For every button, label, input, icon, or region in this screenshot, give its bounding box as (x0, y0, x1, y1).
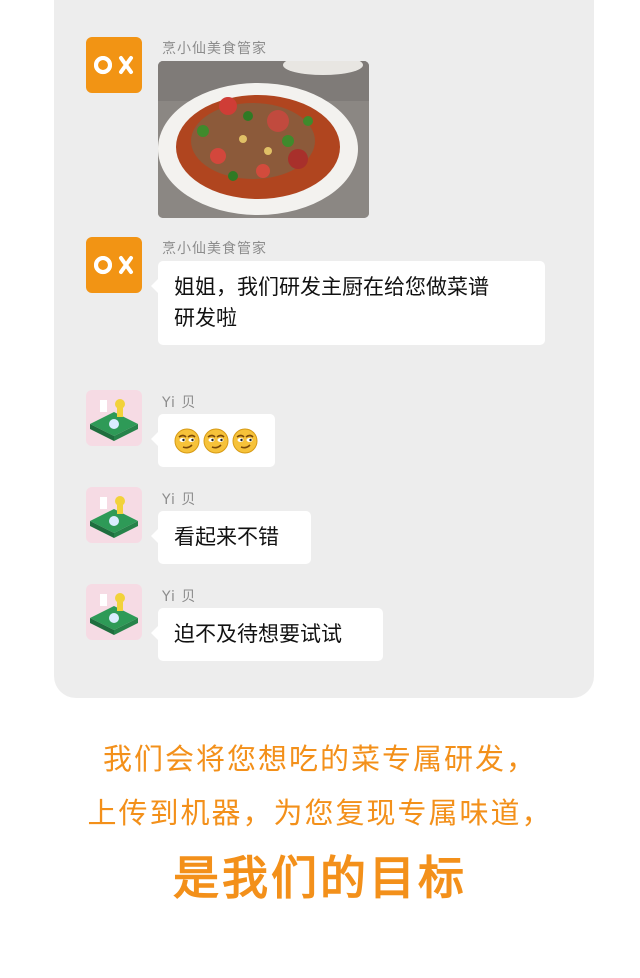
caption-line-2: 上传到机器，为您复现专属味道， (87, 796, 553, 830)
brand-logo-icon (94, 256, 133, 275)
smirk-face-icon (203, 428, 229, 453)
user-avatar[interactable] (86, 487, 142, 543)
caption-headline: 是我们的目标 (173, 851, 467, 905)
message-bubble[interactable]: 迫不及待想要试试 (151, 608, 383, 661)
message-text-line: 迫不及待想要试试 (174, 622, 342, 646)
chat-message: 烹小仙美食管家 (86, 37, 566, 227)
user-avatar[interactable] (86, 390, 142, 446)
caption-line-1: 我们会将您想吃的菜专属研发， (102, 742, 537, 776)
message-text-line: 姐姐，我们研发主厨在给您做菜谱 (174, 275, 489, 299)
dish-photo-image (158, 61, 369, 218)
user-avatar[interactable] (86, 584, 142, 640)
sender-name: Yi 贝 (162, 589, 197, 605)
chat-message: 烹小仙美食管家 姐姐，我们研发主厨在给您做菜谱 研发啦 (86, 237, 566, 347)
message-bubble[interactable] (151, 414, 275, 467)
chat-message: Yi 贝 迫不及待想要试试 (86, 584, 566, 664)
sender-name: 烹小仙美食管家 (162, 241, 267, 257)
sender-name: Yi 贝 (162, 395, 197, 411)
smirk-face-icon (232, 428, 258, 453)
user-avatar-image (90, 593, 138, 635)
smirk-face-icon (174, 428, 200, 453)
bot-avatar[interactable] (86, 37, 142, 93)
message-bubble[interactable]: 看起来不错 (151, 511, 311, 564)
message-text-line: 看起来不错 (174, 525, 279, 549)
sender-name: 烹小仙美食管家 (162, 41, 267, 57)
chat-message: Yi 贝 看起来不错 (86, 487, 566, 567)
chat-message: Yi 贝 (86, 390, 566, 470)
brand-logo-icon (94, 56, 133, 75)
sender-name: Yi 贝 (162, 492, 197, 508)
message-bubble[interactable]: 姐姐，我们研发主厨在给您做菜谱 研发啦 (151, 261, 545, 345)
dish-photo[interactable] (158, 61, 369, 218)
message-text-line: 研发啦 (174, 306, 237, 330)
user-avatar-image (90, 496, 138, 538)
user-avatar-image (90, 399, 138, 441)
bot-avatar[interactable] (86, 237, 142, 293)
